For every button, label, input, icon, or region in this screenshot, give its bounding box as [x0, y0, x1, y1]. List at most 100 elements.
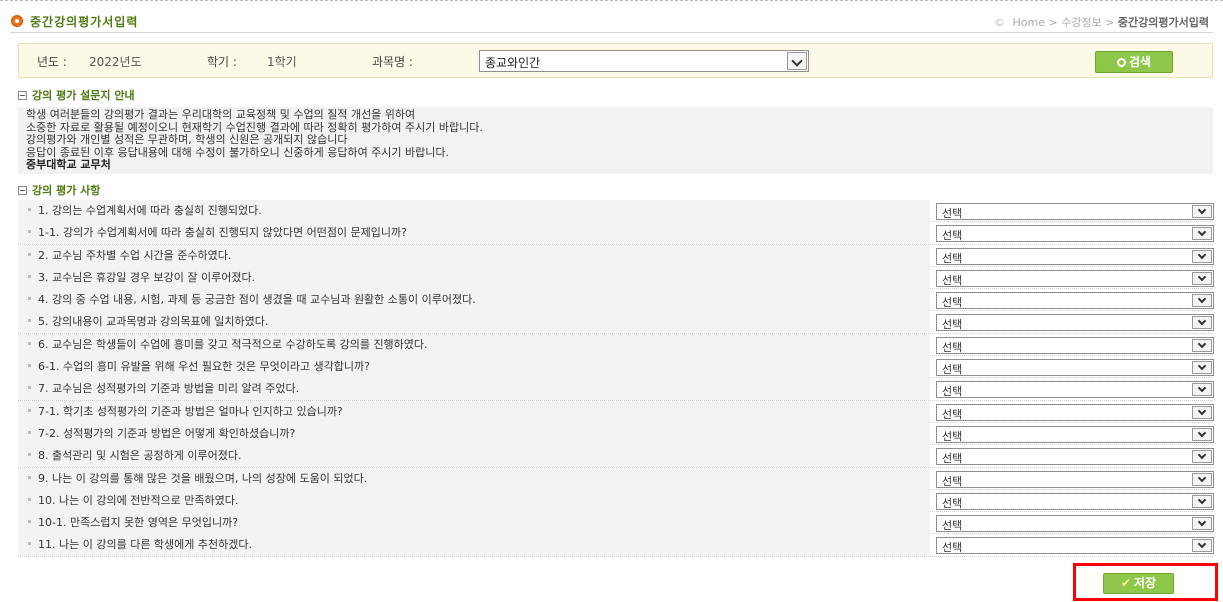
page-title: 중간강의평가서입력 — [30, 15, 139, 29]
search-button[interactable]: 검색 — [1095, 51, 1173, 73]
question-list: 1. 강의는 수업계획서에 따라 충실히 진행되었다. 선택 1-1. 강의가 수업… — [18, 200, 1214, 557]
chevron-down-icon[interactable] — [1192, 249, 1212, 263]
collapse-icon[interactable] — [18, 91, 27, 100]
chevron-down-icon[interactable] — [1192, 294, 1212, 308]
collapse-icon[interactable] — [18, 186, 27, 195]
notice-heading-label: 강의 평가 설문지 안내 — [32, 89, 135, 102]
bullet-icon — [28, 230, 31, 234]
question-label: 3. 교수님은 휴강일 경우 보강이 잘 이루어졌다. — [38, 270, 256, 284]
breadcrumb-course-info[interactable]: 수강정보 — [1061, 16, 1101, 29]
question-text: 9. 나는 이 강의를 통해 많은 것을 배웠으며, 나의 성장에 도움이 되었… — [18, 467, 930, 490]
save-button[interactable]: ✔ 저장 — [1103, 573, 1174, 594]
evaluation-heading-label: 강의 평가 사항 — [32, 184, 101, 197]
chevron-down-icon[interactable] — [1192, 316, 1212, 330]
question-row: 7-1. 학기초 성적평가의 기준과 방법은 얼마나 인지하고 있습니까? 선택 — [18, 400, 1214, 423]
question-text: 7. 교수님은 성적평가의 기준과 방법을 미리 알려 주었다. — [18, 378, 930, 401]
save-highlight-box: ✔ 저장 — [1073, 563, 1218, 601]
answer-select-value: 선택 — [942, 207, 963, 220]
question-text: 1. 강의는 수업계획서에 따라 충실히 진행되었다. — [18, 200, 930, 222]
title-bullet-icon — [11, 15, 23, 27]
chevron-down-icon[interactable] — [1192, 338, 1212, 352]
answer-select-value: 선택 — [942, 340, 963, 354]
answer-select-value: 선택 — [942, 452, 963, 466]
question-row: 7. 교수님은 성적평가의 기준과 방법을 미리 알려 주었다. 선택 — [18, 378, 1214, 401]
chevron-down-icon[interactable] — [1192, 517, 1212, 531]
answer-select[interactable]: 선택 — [936, 492, 1214, 510]
course-select[interactable]: 종교와인간 — [479, 50, 809, 72]
bullet-icon — [28, 453, 31, 457]
chevron-down-icon[interactable] — [1192, 405, 1212, 419]
answer-select-value: 선택 — [942, 496, 963, 510]
answer-select-value: 선택 — [942, 273, 963, 287]
notice-line: 학생 여러분들의 강의평가 결과는 우리대학의 교육정책 및 수업의 질적 개선… — [26, 108, 416, 121]
chevron-down-icon[interactable] — [1192, 427, 1212, 441]
answer-select[interactable]: 선택 — [936, 359, 1214, 377]
search-bar: 년도 : 2022년도 학기 : 1학기 과목명 : 종교와인간 검색 — [18, 43, 1213, 78]
answer-select[interactable]: 선택 — [936, 247, 1214, 265]
chevron-down-icon[interactable] — [1192, 539, 1212, 553]
question-row: 7-2. 성적평가의 기준과 방법은 어떻게 확인하셨습니까? 선택 — [18, 422, 1214, 446]
question-label: 10. 나는 이 강의에 전반적으로 만족하였다. — [38, 493, 239, 507]
question-row: 1-1. 강의가 수업계획서에 따라 충실히 진행되지 않았다면 어떤점이 문제… — [18, 222, 1214, 245]
question-row: 6. 교수님은 학생들이 수업에 흥미를 갖고 적극적으로 수강하도록 강의를 … — [18, 333, 1214, 357]
question-row: 1. 강의는 수업계획서에 따라 충실히 진행되었다. 선택 — [18, 200, 1214, 223]
question-text: 6-1. 수업의 흥미 유발을 위해 우선 필요한 것은 무엇이라고 생각합니까… — [18, 356, 930, 379]
breadcrumb-current: 중간강의평가서입력 — [1117, 16, 1209, 29]
year-label: 년도 : — [37, 55, 67, 69]
save-button-label: 저장 — [1133, 576, 1157, 590]
notice-heading[interactable]: 강의 평가 설문지 안내 — [18, 87, 135, 103]
bullet-icon — [28, 520, 31, 524]
question-label: 7-1. 학기초 성적평가의 기준과 방법은 얼마나 인지하고 있습니까? — [38, 404, 343, 418]
year-value: 2022년도 — [89, 55, 142, 69]
check-icon: ✔ — [1120, 576, 1131, 590]
answer-select-value: 선택 — [942, 407, 963, 421]
answer-select[interactable]: 선택 — [936, 515, 1214, 533]
question-row: 9. 나는 이 강의를 통해 많은 것을 배웠으며, 나의 성장에 도움이 되었… — [18, 467, 1214, 490]
answer-select[interactable]: 선택 — [936, 403, 1214, 421]
answer-select[interactable]: 선택 — [936, 381, 1214, 399]
breadcrumb-home[interactable]: Home — [1013, 16, 1045, 29]
bullet-icon — [28, 364, 31, 368]
chevron-down-icon[interactable] — [1192, 450, 1212, 464]
chevron-down-icon[interactable] — [1192, 205, 1212, 218]
answer-select[interactable]: 선택 — [936, 336, 1214, 354]
question-label: 2. 교수님 주차별 수업 시간을 준수하였다. — [38, 248, 232, 262]
answer-select[interactable]: 선택 — [936, 269, 1214, 287]
answer-select[interactable]: 선택 — [936, 470, 1214, 488]
bullet-icon — [28, 319, 31, 323]
answer-select[interactable]: 선택 — [936, 292, 1214, 310]
answer-select-value: 선택 — [942, 363, 963, 377]
bullet-icon — [28, 386, 31, 390]
chevron-down-icon[interactable] — [1192, 472, 1212, 486]
chevron-down-icon[interactable] — [1192, 383, 1212, 397]
question-text: 4. 강의 중 수업 내용, 시험, 과제 등 궁금한 점이 생겼을 때 교수님… — [18, 289, 930, 312]
answer-select[interactable]: 선택 — [936, 425, 1214, 443]
question-label: 1-1. 강의가 수업계획서에 따라 충실히 진행되지 않았다면 어떤점이 문제… — [38, 226, 407, 240]
question-label: 5. 강의내용이 교과목명과 강의목표에 일치하였다. — [38, 315, 269, 329]
answer-select[interactable]: 선택 — [936, 537, 1214, 555]
home-icon: © — [994, 16, 1005, 29]
answer-select[interactable]: 선택 — [936, 225, 1214, 243]
question-text: 10. 나는 이 강의에 전반적으로 만족하였다. — [18, 489, 930, 512]
question-row: 2. 교수님 주차별 수업 시간을 준수하였다. 선택 — [18, 244, 1214, 267]
chevron-down-icon[interactable] — [1192, 227, 1212, 241]
chevron-down-icon[interactable] — [1192, 361, 1212, 375]
question-text: 8. 출석관리 및 시험은 공정하게 이루어졌다. — [18, 445, 930, 468]
evaluation-heading[interactable]: 강의 평가 사항 — [18, 182, 100, 198]
answer-select-value: 선택 — [942, 474, 963, 488]
bullet-icon — [28, 475, 31, 479]
question-text: 5. 강의내용이 교과목명과 강의목표에 일치하였다. — [18, 311, 930, 334]
chevron-down-icon[interactable] — [1192, 494, 1212, 508]
question-text: 2. 교수님 주차별 수업 시간을 준수하였다. — [18, 244, 930, 267]
question-label: 6-1. 수업의 흥미 유발을 위해 우선 필요한 것은 무엇이라고 생각합니까… — [38, 360, 371, 374]
chevron-down-icon[interactable] — [1192, 271, 1212, 285]
answer-select[interactable]: 선택 — [936, 314, 1214, 332]
chevron-down-icon[interactable] — [787, 52, 807, 70]
answer-select[interactable]: 선택 — [936, 448, 1214, 466]
question-text: 10-1. 만족스럽지 못한 영역은 무엇입니까? — [18, 512, 930, 535]
answer-select[interactable]: 선택 — [936, 203, 1214, 220]
search-icon — [1116, 58, 1126, 67]
answer-select-value: 선택 — [942, 385, 963, 399]
bullet-icon — [28, 430, 31, 434]
bullet-icon — [28, 341, 31, 345]
